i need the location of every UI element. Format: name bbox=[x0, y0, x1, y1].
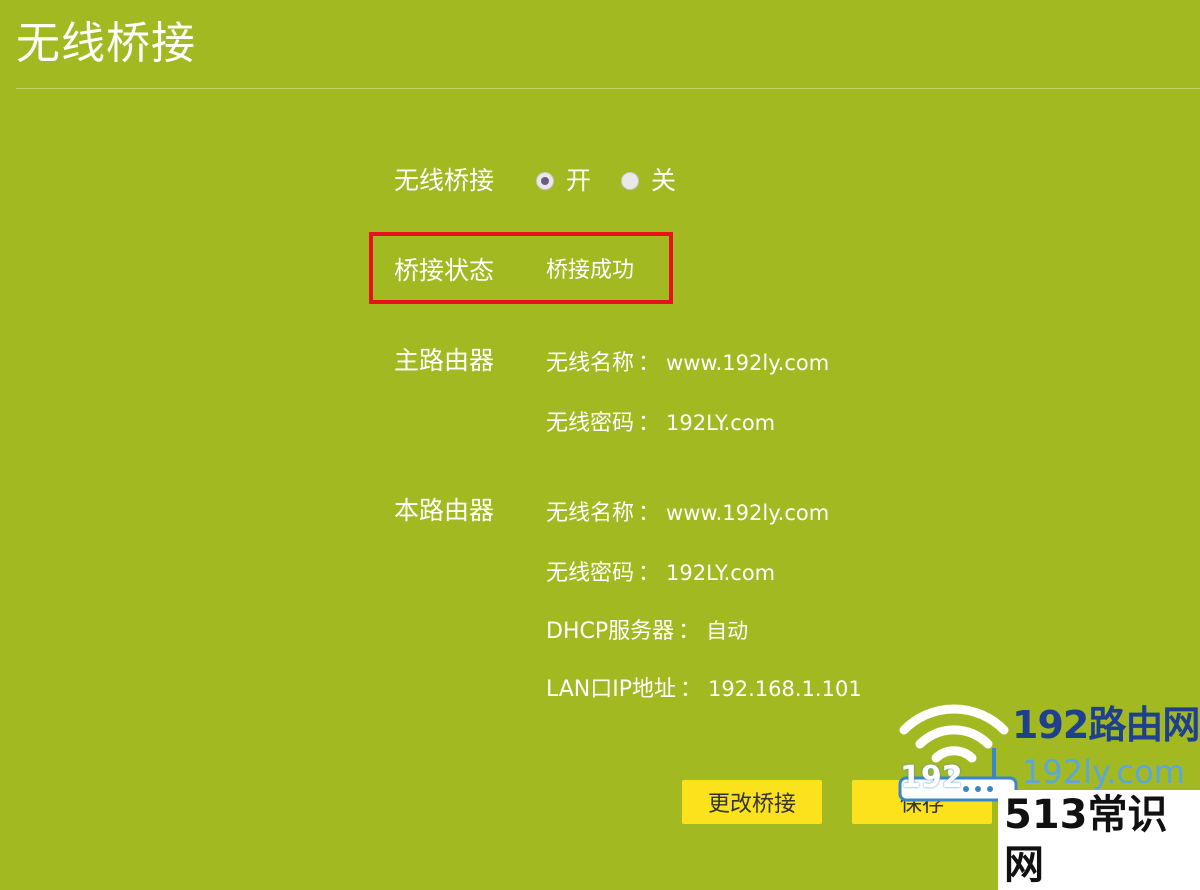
main-password-key: 无线密码 bbox=[546, 411, 635, 436]
main-router-ssid: 无线名称： www.192ly.com bbox=[546, 346, 829, 381]
dhcp-value: 自动 bbox=[706, 619, 749, 643]
radio-on-label[interactable]: 开 bbox=[566, 164, 591, 198]
separator: ： bbox=[638, 351, 661, 376]
radio-bridge-on[interactable]: 开 bbox=[536, 164, 591, 198]
status-label: 桥接状态 bbox=[394, 256, 495, 285]
local-ssid-value: www.192ly.com bbox=[666, 501, 830, 525]
watermark-192-text: 192 bbox=[900, 760, 963, 795]
main-ssid-key: 无线名称 bbox=[546, 351, 635, 376]
watermark-domain: 192ly.com bbox=[1022, 753, 1185, 791]
dhcp-key: DHCP服务器 bbox=[546, 619, 675, 644]
main-router-label: 主路由器 bbox=[394, 346, 495, 375]
bridge-label: 无线桥接 bbox=[394, 166, 495, 195]
bridge-radio-group: 开 关 bbox=[536, 162, 706, 200]
local-password-key: 无线密码 bbox=[546, 561, 635, 586]
separator: ： bbox=[638, 501, 661, 526]
local-ssid-key: 无线名称 bbox=[546, 501, 635, 526]
radio-off-label[interactable]: 关 bbox=[651, 164, 676, 198]
radio-bridge-off[interactable]: 关 bbox=[621, 164, 676, 198]
change-bridge-button[interactable]: 更改桥接 bbox=[682, 780, 822, 824]
separator: ： bbox=[638, 411, 661, 436]
separator: ： bbox=[678, 619, 701, 644]
radio-on-icon[interactable] bbox=[536, 172, 554, 190]
page-title: 无线桥接 bbox=[16, 18, 196, 69]
separator: ： bbox=[680, 677, 703, 702]
separator: ： bbox=[638, 561, 661, 586]
local-router-label: 本路由器 bbox=[394, 496, 495, 525]
main-ssid-value: www.192ly.com bbox=[666, 351, 830, 375]
local-password-value: 192LY.com bbox=[666, 561, 776, 585]
lan-ip-value: 192.168.1.101 bbox=[708, 677, 862, 701]
local-router-lan-ip: LAN口IP地址： 192.168.1.101 bbox=[546, 672, 862, 707]
watermark-footer: 513常识网 bbox=[998, 790, 1200, 890]
local-router-ssid: 无线名称： www.192ly.com bbox=[546, 496, 829, 531]
local-router-password: 无线密码： 192LY.com bbox=[546, 556, 775, 591]
status-value: 桥接成功 bbox=[546, 258, 635, 283]
watermark-brand: 192路由网 bbox=[1012, 703, 1200, 747]
main-password-value: 192LY.com bbox=[666, 411, 776, 435]
main-router-password: 无线密码： 192LY.com bbox=[546, 406, 775, 441]
title-divider bbox=[16, 88, 1200, 89]
lan-ip-key: LAN口IP地址 bbox=[546, 677, 677, 702]
radio-off-icon[interactable] bbox=[621, 172, 640, 190]
local-router-dhcp: DHCP服务器：自动 bbox=[546, 614, 748, 649]
